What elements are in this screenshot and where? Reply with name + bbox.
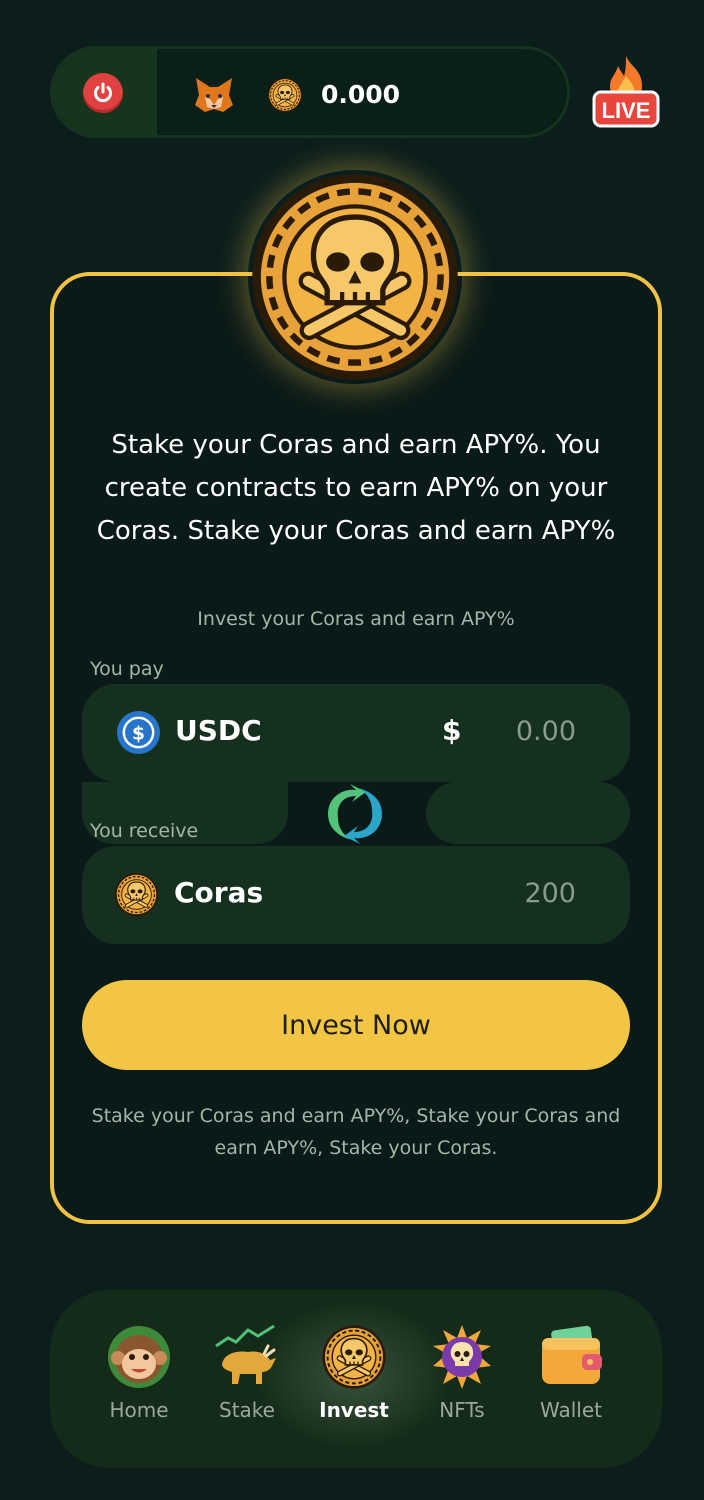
pay-amount-input[interactable]: 0.00 (516, 716, 576, 747)
skull-coin-hero-icon (248, 170, 462, 384)
skull-badge-icon (433, 1325, 491, 1389)
live-icon[interactable]: LIVE (590, 54, 662, 130)
card-subline: Invest your Coras and earn APY% (197, 608, 515, 630)
invest-now-button[interactable]: Invest Now (82, 980, 630, 1070)
receive-amount: 200 (524, 878, 576, 909)
you-receive-label: You receive (90, 820, 199, 842)
receive-token-name: Coras (174, 876, 264, 909)
nav-item-home[interactable]: Home (89, 1320, 189, 1440)
nav-item-invest[interactable]: Invest (304, 1320, 404, 1440)
nav-label: NFTs (439, 1398, 485, 1422)
skull-coin-icon (321, 1324, 387, 1390)
nav-label: Invest (319, 1398, 389, 1422)
monkey-icon (108, 1326, 170, 1388)
metamask-fox-icon[interactable] (193, 75, 235, 115)
usdc-icon: $ (116, 710, 161, 755)
nav-label: Stake (219, 1398, 275, 1422)
nav-item-nfts[interactable]: NFTs (412, 1320, 512, 1440)
nav-label: Wallet (539, 1398, 602, 1422)
swap-connector-right (426, 782, 630, 844)
bull-chart-icon (215, 1324, 276, 1384)
you-pay-label: You pay (90, 658, 164, 680)
nav-item-wallet[interactable]: Wallet (521, 1320, 621, 1440)
currency-symbol: $ (442, 714, 462, 747)
live-label: LIVE (602, 98, 651, 123)
power-icon[interactable] (83, 73, 123, 113)
skull-coin-icon (267, 77, 303, 113)
swap-arrows-icon[interactable] (322, 784, 388, 844)
pay-token-name: USDC (175, 714, 262, 747)
power-segment (53, 49, 157, 135)
wallet-bar: 0.000 (50, 46, 570, 138)
coin-balance: 0.000 (321, 80, 401, 109)
wallet-icon (542, 1325, 602, 1384)
svg-text:$: $ (132, 723, 145, 744)
card-footnote: Stake your Coras and earn APY%, Stake yo… (91, 1105, 621, 1159)
card-headline: Stake your Coras and earn APY%. You crea… (96, 430, 616, 546)
nav-item-stake[interactable]: Stake (197, 1320, 297, 1440)
nav-label: Home (109, 1398, 169, 1422)
skull-coin-icon (114, 872, 159, 917)
